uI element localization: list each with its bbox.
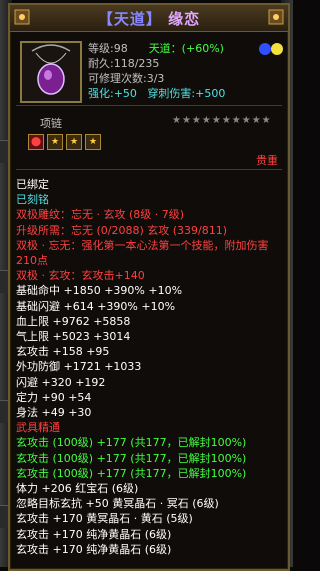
tooltip-title-bar: 【天道】 缘恋 bbox=[10, 5, 288, 32]
level-text: 等级:98 bbox=[88, 42, 128, 55]
attribute-line: 玄攻击 (100级) +177 (共177，已解封100%) bbox=[16, 436, 247, 450]
attribute-line: 玄攻击 +170 纯净黄晶石 (6级) bbox=[16, 542, 172, 556]
corner-ornament-icon bbox=[268, 9, 284, 25]
divider bbox=[16, 105, 282, 106]
attribute-line: 忽略目标玄抗 +50 黄冥晶石 · 冥石 (6级) bbox=[16, 497, 219, 511]
divider bbox=[16, 169, 282, 170]
item-tooltip: 【天道】 缘恋 等级:98 天道：(+60%) 耐久:118/235 可修理次数… bbox=[8, 3, 290, 571]
attribute-line: 已绑定 bbox=[16, 178, 49, 191]
attribute-line: 玄攻击 (100级) +177 (共177，已解封100%) bbox=[16, 466, 247, 480]
socket-row: ⬤ ★ ★ ★ bbox=[28, 129, 104, 150]
attribute-line: 闪避 +320 +192 bbox=[16, 375, 106, 389]
attribute-line: 已刻铭 bbox=[16, 193, 49, 207]
attribute-line: 体力 +206 红宝石 (6级) bbox=[16, 482, 139, 496]
item-base-stats: 等级:98 天道：(+60%) 耐久:118/235 可修理次数:3/3 强化:… bbox=[88, 42, 226, 100]
attribute-line: 基础命中 +1850 +390% +10% bbox=[16, 284, 183, 298]
attribute-line: 玄攻击 +170 纯净黄晶石 (6级) bbox=[16, 527, 172, 541]
attribute-line: 基础闪避 +614 +390% +10% bbox=[16, 299, 176, 313]
precious-tag: 贵重 bbox=[256, 154, 278, 167]
attribute-line: 玄攻击 +170 黄冥晶石 · 黄石 (5级) bbox=[16, 512, 193, 526]
socket-slot: ★ bbox=[47, 134, 63, 150]
necklace-item-icon bbox=[20, 41, 82, 103]
attribute-line: 身法 +49 +30 bbox=[16, 406, 92, 420]
item-title: 【天道】 缘恋 bbox=[97, 10, 201, 28]
attribute-line: 血上限 +9762 +5858 bbox=[16, 314, 131, 328]
attribute-line: 玄攻击 (100级) +177 (共177，已解封100%) bbox=[16, 451, 247, 465]
attribute-line: 升级所需：忘无 (0/2088) 玄攻 (339/811) bbox=[16, 223, 228, 237]
attribute-line: 武具精通 bbox=[16, 421, 60, 435]
attribute-list: 已绑定已刻铭 双极雕纹：忘无 · 玄攻 (8级 · 7级) 升级所需：忘无 (0/2… bbox=[16, 177, 284, 557]
attribute-line: 外功防御 +1721 +1033 bbox=[16, 360, 142, 374]
gem-socket-icon bbox=[259, 43, 283, 55]
attribute-line: 玄攻击 +158 +95 bbox=[16, 345, 110, 359]
durability-text: 耐久:118/235 bbox=[88, 57, 160, 70]
attribute-line: 定力 +90 +54 bbox=[16, 390, 92, 404]
socket-slot: ⬤ bbox=[28, 134, 44, 150]
star-rating: ★★★★★★★★★★ bbox=[172, 115, 272, 126]
socket-slot: ★ bbox=[66, 134, 82, 150]
attribute-line: 双极 · 忘无：强化第一本心法第一个技能，附加伤害210点 bbox=[16, 238, 269, 268]
attribute-line: 双极 · 玄攻：玄攻击+140 bbox=[16, 269, 145, 283]
socket-slot: ★ bbox=[85, 134, 101, 150]
attribute-line: 双极雕纹：忘无 · 玄攻 (8级 · 7级) bbox=[16, 208, 185, 222]
repair-text: 可修理次数:3/3 bbox=[88, 72, 165, 85]
tiandao-text: 天道：(+60%) bbox=[148, 42, 224, 55]
attribute-line: 气上限 +5023 +3014 bbox=[16, 330, 131, 344]
